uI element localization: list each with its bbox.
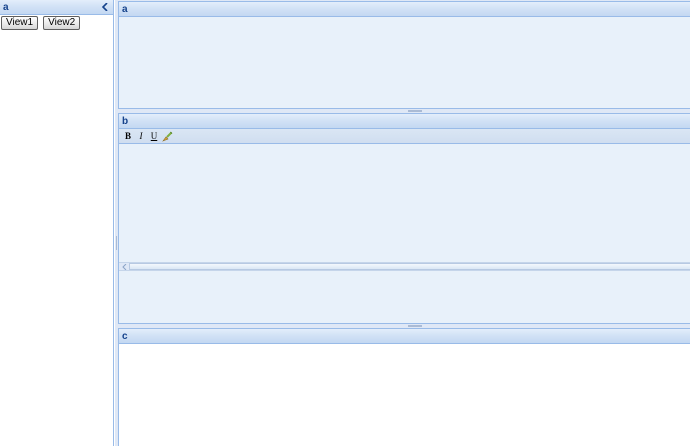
view2-button[interactable]: View2	[43, 16, 81, 30]
panel-c: c	[118, 328, 690, 446]
underline-button[interactable]: U	[148, 130, 160, 142]
scroll-left-icon[interactable]	[121, 263, 128, 270]
format-toolbar: B I U	[119, 129, 690, 144]
clear-format-brush-icon[interactable]	[161, 130, 173, 142]
center-region: a b B I U c	[118, 0, 690, 446]
panel-a: a	[118, 1, 690, 109]
scrollbar-thumb[interactable]	[129, 263, 690, 270]
rich-text-editor[interactable]	[119, 144, 690, 262]
view1-button[interactable]: View1	[1, 16, 39, 30]
west-panel-body: View1 View2	[0, 15, 113, 446]
panel-c-title: c	[122, 331, 128, 342]
bold-button[interactable]: B	[122, 130, 134, 142]
west-panel: a View1 View2	[0, 0, 114, 446]
app-viewport: a View1 View2 a b B I U c	[0, 0, 690, 446]
horizontal-scrollbar[interactable]	[119, 262, 690, 271]
panel-b: b B I U	[118, 113, 690, 324]
panel-b-header: b	[119, 114, 690, 129]
italic-button[interactable]: I	[135, 130, 147, 142]
panel-a-title: a	[122, 4, 128, 15]
panel-c-body	[119, 344, 690, 446]
west-panel-header: a	[0, 0, 113, 15]
splitter-a-b-grip[interactable]	[408, 110, 422, 112]
splitter-grip	[116, 236, 117, 250]
panel-a-header: a	[119, 2, 690, 17]
panel-a-body	[119, 17, 690, 108]
panel-c-header: c	[119, 329, 690, 344]
panel-b-title: b	[122, 116, 129, 127]
west-panel-title: a	[3, 2, 9, 13]
splitter-b-c-grip[interactable]	[408, 325, 422, 327]
collapse-left-icon[interactable]	[100, 1, 110, 13]
